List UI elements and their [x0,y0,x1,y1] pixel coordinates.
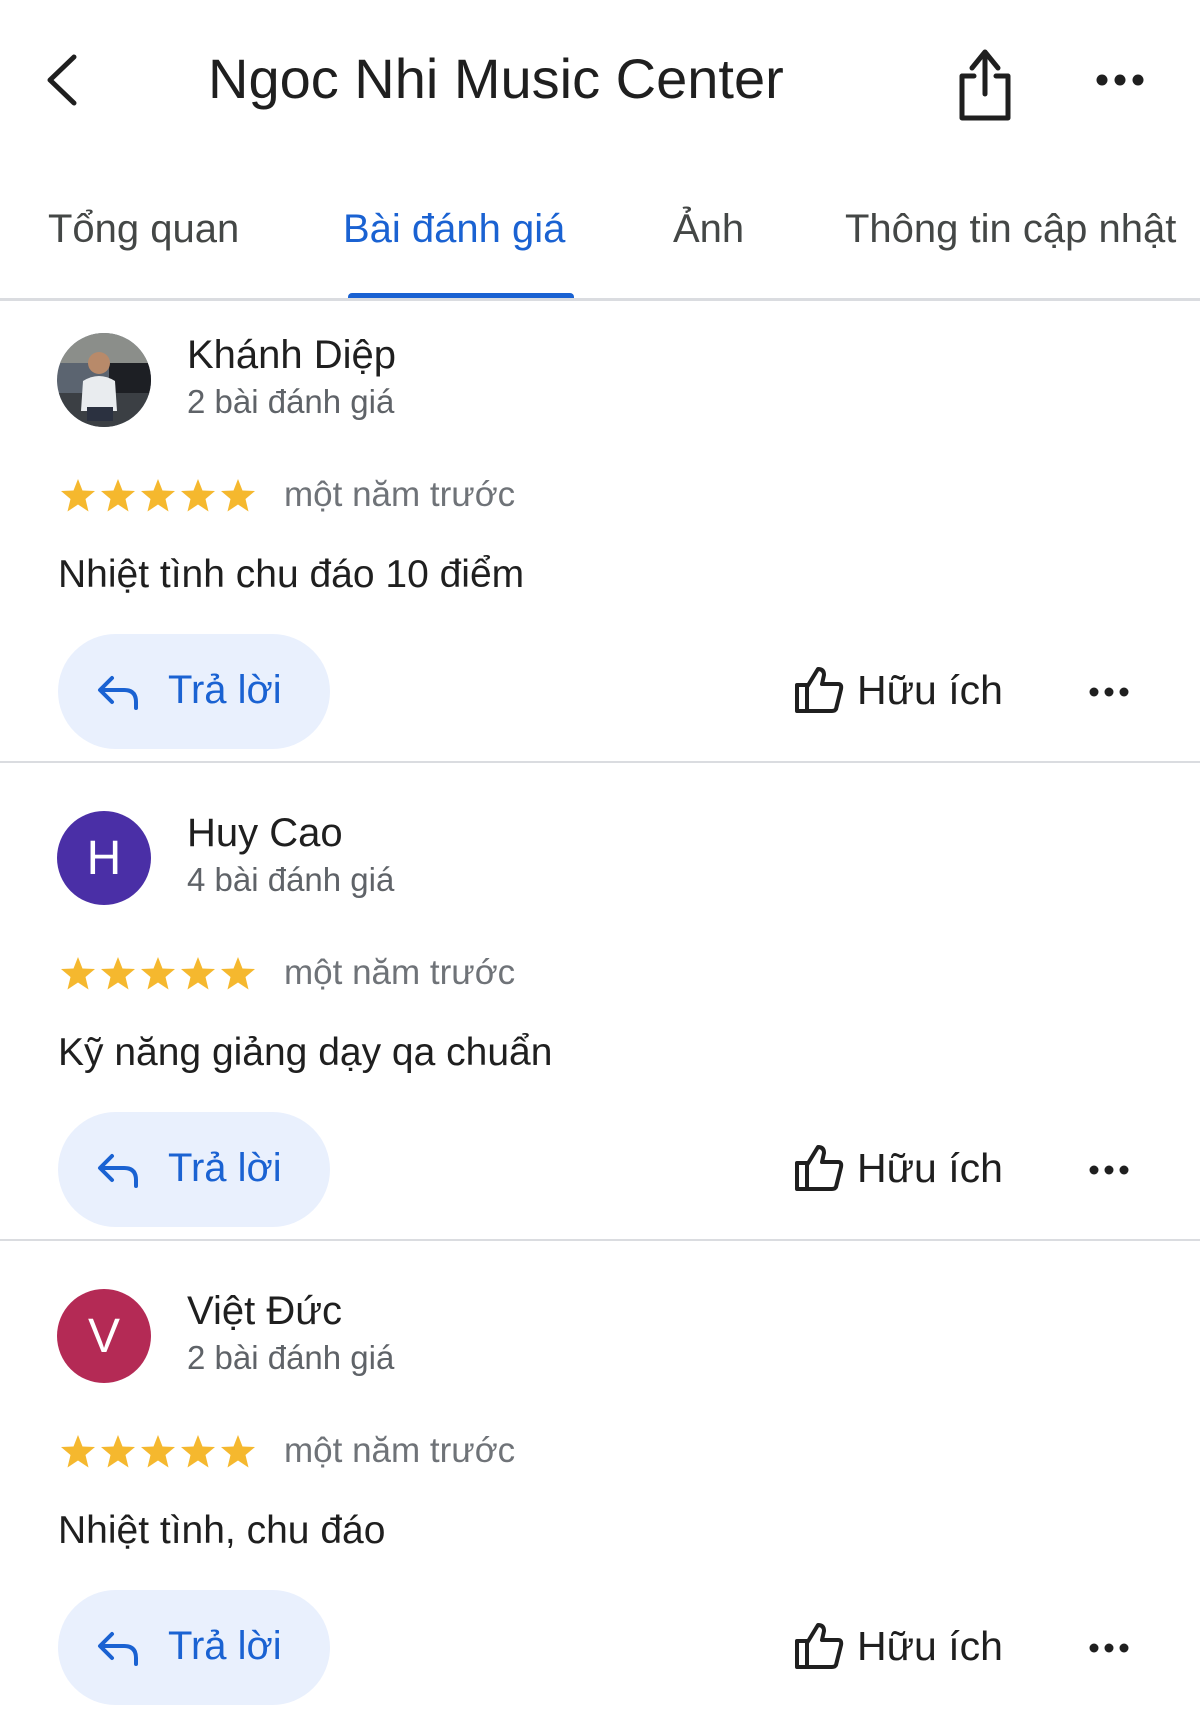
star-rating [58,954,263,994]
star-icon [141,1435,175,1468]
tab-bar: Tổng quan Bài đánh giá Ảnh Thông tin cập… [0,165,1200,301]
reply-button[interactable]: Trả lời [58,1590,330,1705]
star-icon [181,1435,215,1468]
tab-reviews[interactable]: Bài đánh giá [343,207,565,252]
reviewer-review-count: 4 bài đánh giá [187,861,395,898]
reply-button[interactable]: Trả lời [58,1112,330,1227]
helpful-label: Hữu ích [857,1145,1003,1191]
thumbs-up-icon [795,667,844,713]
star-icon [221,957,255,990]
avatar-initial: V [87,1309,120,1363]
reviewer-name[interactable]: Việt Đức [187,1289,342,1334]
reply-button[interactable]: Trả lời [58,634,330,749]
helpful-button[interactable]: Hữu ích [790,1139,1020,1199]
review-text: Nhiệt tình chu đáo 10 điểm [58,553,525,596]
reviewer-review-count: 2 bài đánh giá [187,383,395,420]
user-photo [57,333,151,427]
star-icon [101,479,135,512]
star-icon [181,479,215,512]
review-time: một năm trước [284,953,516,992]
review-card: H Huy Cao 4 bài đánh giá một năm trước K… [0,779,1200,1257]
avatar[interactable]: V [57,1289,151,1383]
reply-icon [98,1632,138,1666]
review-divider [0,1239,1200,1241]
tab-overview[interactable]: Tổng quan [48,207,239,252]
star-rating [58,476,263,516]
review-more-button[interactable] [1084,677,1134,707]
star-icon [61,1435,95,1468]
more-horizontal-icon [1089,687,1129,697]
helpful-label: Hữu ích [857,1623,1003,1669]
review-divider [0,761,1200,763]
tab-photos[interactable]: Ảnh [673,207,744,252]
review-more-button[interactable] [1084,1155,1134,1185]
avatar-initial: H [86,831,122,885]
review-card: Khánh Diệp 2 bài đánh giá một năm trước … [0,301,1200,779]
star-icon [221,1435,255,1468]
tab-updates[interactable]: Thông tin cập nhật [845,207,1176,252]
avatar[interactable] [57,333,151,427]
back-button[interactable] [40,45,90,115]
reply-label: Trả lời [168,668,282,712]
thumbs-up-icon [795,1145,844,1191]
star-icon [141,479,175,512]
review-time: một năm trước [284,1431,516,1470]
star-rating [58,1432,263,1472]
reply-label: Trả lời [168,1146,282,1190]
review-more-button[interactable] [1084,1633,1134,1663]
review-text: Nhiệt tình, chu đáo [58,1509,386,1552]
reviewer-review-count: 2 bài đánh giá [187,1339,395,1376]
star-icon [61,957,95,990]
helpful-label: Hữu ích [857,667,1003,713]
star-icon [101,1435,135,1468]
app-header: Ngoc Nhi Music Center [0,0,1200,165]
star-icon [221,479,255,512]
reply-label: Trả lời [168,1624,282,1668]
reply-icon [98,1154,138,1188]
star-icon [141,957,175,990]
review-time: một năm trước [284,475,516,514]
avatar[interactable]: H [57,811,151,905]
reply-icon [98,676,138,710]
chevron-left-icon [47,54,77,106]
more-options-button[interactable] [1090,60,1150,100]
reviewer-name[interactable]: Huy Cao [187,811,343,856]
helpful-button[interactable]: Hữu ích [790,1617,1020,1677]
more-horizontal-icon [1089,1165,1129,1175]
star-icon [61,479,95,512]
page-title: Ngoc Nhi Music Center [208,47,784,110]
thumbs-up-icon [795,1623,844,1669]
star-icon [181,957,215,990]
helpful-button[interactable]: Hữu ích [790,661,1020,721]
reviewer-name[interactable]: Khánh Diệp [187,333,396,378]
more-horizontal-icon [1089,1643,1129,1653]
star-icon [101,957,135,990]
share-icon [959,49,1011,121]
more-horizontal-icon [1096,74,1144,86]
review-card: V Việt Đức 2 bài đánh giá một năm trước … [0,1257,1200,1735]
review-text: Kỹ năng giảng dạy qa chuẩn [58,1031,553,1074]
share-button[interactable] [950,44,1020,124]
